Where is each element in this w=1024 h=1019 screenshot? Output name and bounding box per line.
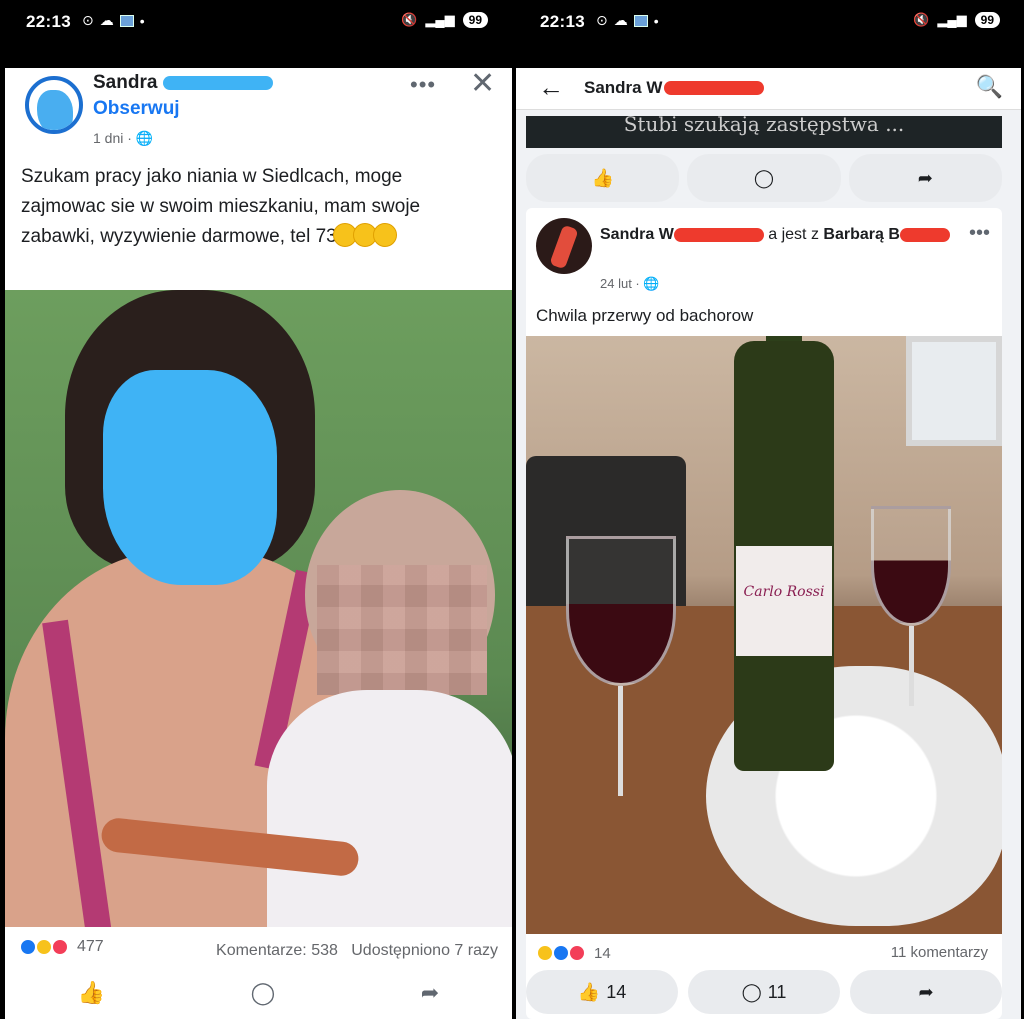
action-bar: 👍 ◯ ➦ <box>5 980 512 1006</box>
signal-icon: ▂▄▆ <box>425 12 455 27</box>
battery-icon: 99 <box>462 12 488 28</box>
dot-icon: • <box>139 12 145 29</box>
globe-icon: 🌐 <box>135 130 154 146</box>
cloud-icon: ☁ <box>99 12 114 28</box>
post-time: 1 dni · <box>93 130 132 146</box>
comment-count[interactable]: Komentarze: 538 <box>216 942 338 959</box>
redaction-mark <box>673 227 764 242</box>
dot-icon: • <box>653 12 659 29</box>
cloud-icon: ☁ <box>613 12 628 28</box>
previous-post-actions: 👍 ◯ ➦ <box>526 154 1002 202</box>
avatar[interactable] <box>25 76 83 134</box>
image-icon <box>119 14 134 27</box>
mute-icon: 🔇 <box>913 12 930 27</box>
share-icon: ➦ <box>918 981 934 1002</box>
share-count[interactable]: Udostępniono 7 razy <box>351 942 498 959</box>
love-reaction-icon <box>568 944 586 962</box>
share-button[interactable]: ➦ <box>848 154 1002 202</box>
engagement-counts: Komentarze: 538 Udostępniono 7 razy <box>216 942 498 960</box>
post-card: Sandra Obserwuj 1 dni · 🌐 ••• ✕ Szukam p… <box>5 66 512 1019</box>
status-right-icons: 🔇 ▂▄▆ 99 <box>913 12 1000 28</box>
more-options-icon[interactable]: ••• <box>969 222 990 245</box>
comment-icon: ◯ <box>753 167 775 188</box>
battery-icon: 99 <box>974 12 1000 28</box>
status-left-icons: ⊙ ☁ • <box>82 12 145 29</box>
status-time: 22:13 <box>26 12 71 31</box>
post-header: Sandra W a jest z Barbarą B <box>600 226 950 244</box>
comment-button[interactable]: ◯ 11 <box>688 970 840 1014</box>
post-photo[interactable]: Carlo Rossi <box>526 336 1002 934</box>
like-icon[interactable]: 👍 <box>78 980 105 1006</box>
action-bar: 👍 14 ◯ 11 ➦ <box>526 970 1002 1014</box>
profile-feed: ← Sandra W 🔍 Stubi szukają zastępstwa ..… <box>516 68 1021 1019</box>
top-bar: ← Sandra W 🔍 <box>516 68 1021 110</box>
post-text: Szukam pracy jako niania w Siedlcach, mo… <box>21 162 491 252</box>
status-bar: 22:13 ⊙ ☁ • 🔇 ▂▄▆ 99 <box>0 0 512 66</box>
comment-button-count: 11 <box>767 981 787 1002</box>
previous-post-image[interactable]: Stubi szukają zastępstwa ... <box>526 116 1002 148</box>
emoji-icon <box>372 223 397 247</box>
like-button[interactable]: 👍 14 <box>526 970 678 1014</box>
redaction-mark <box>899 227 950 242</box>
status-left-icons: ⊙ ☁ • <box>596 12 659 29</box>
with-text: a jest z <box>768 226 819 243</box>
follow-button[interactable]: Obserwuj <box>93 98 180 120</box>
wine-label: Carlo Rossi <box>736 546 832 656</box>
comment-icon[interactable]: ◯ <box>251 980 276 1006</box>
like-button[interactable]: 👍 <box>526 154 680 202</box>
search-icon[interactable]: 🔍 <box>976 74 1003 100</box>
status-time: 22:13 <box>540 12 585 31</box>
comment-icon: ◯ <box>741 981 762 1002</box>
status-right-icons: 🔇 ▂▄▆ 99 <box>401 12 488 28</box>
cast-icon: ⊙ <box>596 12 608 28</box>
post-text: Chwila przerwy od bachorow <box>536 306 754 325</box>
globe-icon: 🌐 <box>643 276 660 291</box>
image-icon <box>633 14 648 27</box>
redaction-mark <box>163 76 274 90</box>
post-card: Sandra W a jest z Barbarą B 24 lut · 🌐 •… <box>526 208 1002 1019</box>
love-reaction-icon <box>51 938 69 956</box>
signal-icon: ▂▄▆ <box>937 12 967 27</box>
close-icon[interactable]: ✕ <box>470 66 495 101</box>
mute-icon: 🔇 <box>401 12 418 27</box>
share-icon[interactable]: ➦ <box>421 980 439 1006</box>
reactions-summary[interactable]: 477 <box>19 938 104 956</box>
reactions-summary[interactable]: 14 <box>536 944 611 962</box>
comment-button[interactable]: ◯ <box>687 154 841 202</box>
post-meta: 1 dni · 🌐 <box>93 130 153 147</box>
like-icon: 👍 <box>591 167 614 188</box>
post-meta: 24 lut · 🌐 <box>600 276 660 292</box>
reaction-count: 477 <box>77 938 104 955</box>
share-button[interactable]: ➦ <box>850 970 1002 1014</box>
post-photo[interactable] <box>5 290 512 927</box>
profile-title-text: Sandra W <box>584 78 663 97</box>
left-screenshot: 22:13 ⊙ ☁ • 🔇 ▂▄▆ 99 Sandra Obserwuj 1 d… <box>0 0 512 1019</box>
tagged-person[interactable]: Barbarą B <box>823 226 899 243</box>
comment-count[interactable]: 11 komentarzy <box>891 944 988 961</box>
face-redaction <box>103 370 277 585</box>
share-icon: ➦ <box>917 167 933 188</box>
cast-icon: ⊙ <box>82 12 94 28</box>
author-name-text: Sandra <box>93 72 158 93</box>
author-name[interactable]: Sandra <box>93 72 274 94</box>
author-name[interactable]: Sandra W <box>600 226 674 243</box>
reaction-count: 14 <box>594 944 611 962</box>
status-bar: 22:13 ⊙ ☁ • 🔇 ▂▄▆ 99 <box>514 0 1024 66</box>
like-icon: 👍 <box>577 981 601 1002</box>
back-arrow-icon[interactable]: ← <box>538 72 564 103</box>
pixelated-face <box>317 565 487 695</box>
like-count: 14 <box>606 981 627 1002</box>
avatar[interactable] <box>536 218 592 274</box>
redaction-mark <box>664 81 765 95</box>
profile-title: Sandra W <box>584 78 765 98</box>
post-time: 24 lut · <box>600 276 640 291</box>
right-screenshot: 22:13 ⊙ ☁ • 🔇 ▂▄▆ 99 ← Sandra W 🔍 Stubi … <box>514 0 1024 1019</box>
more-options-icon[interactable]: ••• <box>410 72 436 98</box>
